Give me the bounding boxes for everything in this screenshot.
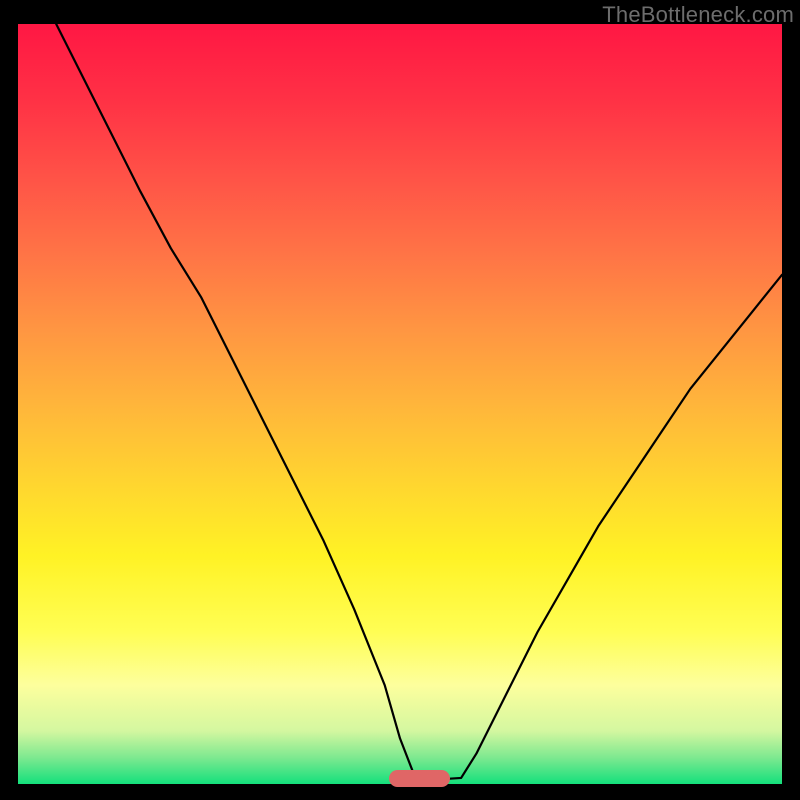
plot-svg bbox=[18, 24, 782, 784]
optimal-marker bbox=[389, 770, 450, 787]
plot-background bbox=[18, 24, 782, 784]
chart-frame: TheBottleneck.com bbox=[0, 0, 800, 800]
watermark-text: TheBottleneck.com bbox=[602, 2, 794, 28]
